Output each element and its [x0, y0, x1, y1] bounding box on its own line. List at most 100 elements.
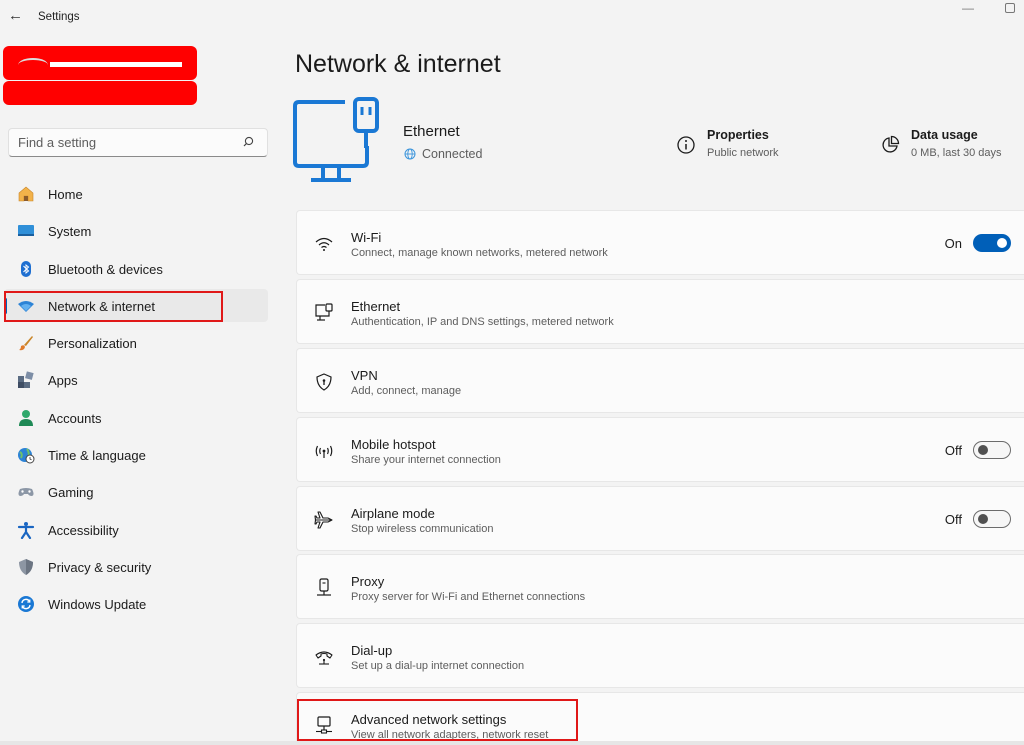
- mobile-hotspot-card[interactable]: Mobile hotspot Share your internet conne…: [296, 416, 1024, 482]
- ethernet-icon: [315, 303, 333, 321]
- dial-up-phone-icon: [315, 651, 333, 665]
- globe-clock-icon: [18, 448, 35, 464]
- page-title: Network & internet: [295, 50, 501, 78]
- app-title: Settings: [38, 11, 80, 23]
- ethernet-card[interactable]: Ethernet Authentication, IP and DNS sett…: [296, 278, 1024, 344]
- card-subtitle: Stop wireless communication: [351, 522, 494, 535]
- sidebar-item-label: Accessibility: [48, 522, 119, 538]
- wifi-icon: [315, 237, 333, 251]
- vpn-card[interactable]: VPN Add, connect, manage: [296, 347, 1024, 413]
- sidebar-item-label: Privacy & security: [48, 559, 152, 575]
- settings-list: Wi-Fi Connect, manage known networks, me…: [296, 210, 1024, 745]
- hotspot-toggle[interactable]: [973, 440, 1011, 459]
- connection-status: Connected: [404, 147, 482, 161]
- card-title: Dial-up: [351, 643, 393, 659]
- card-title: Advanced network settings: [351, 712, 507, 728]
- hotspot-state-label: Off: [944, 442, 962, 458]
- avatar[interactable]: [18, 58, 48, 72]
- card-subtitle: View all network adapters, network reset: [351, 729, 549, 742]
- sidebar-item-gaming[interactable]: Gaming: [4, 475, 268, 508]
- network-adapter-icon: [316, 716, 332, 734]
- gamepad-icon: [18, 488, 34, 497]
- sidebar-item-label: Apps: [48, 373, 78, 389]
- card-title: VPN: [351, 367, 378, 383]
- sidebar-item-label: Personalization: [48, 336, 137, 352]
- dial-up-card[interactable]: Dial-up Set up a dial-up internet connec…: [296, 623, 1024, 689]
- profile-name-redaction: [50, 62, 182, 67]
- sidebar-item-personalization[interactable]: Personalization: [4, 326, 268, 359]
- search-icon[interactable]: [243, 135, 257, 149]
- search-box[interactable]: [8, 128, 268, 157]
- card-title: Airplane mode: [351, 505, 435, 521]
- airplane-mode-card[interactable]: Airplane mode Stop wireless communicatio…: [296, 485, 1024, 551]
- wifi-icon: [18, 300, 34, 312]
- data-usage-subtitle: 0 MB, last 30 days: [911, 147, 1002, 159]
- refresh-icon: [18, 596, 34, 613]
- airplane-state-label: Off: [944, 511, 962, 527]
- airplane-icon: [314, 511, 333, 529]
- connection-name: Ethernet: [403, 123, 460, 140]
- sidebar-item-label: Home: [48, 187, 83, 202]
- info-icon: [677, 136, 695, 154]
- card-title: Wi-Fi: [351, 230, 382, 245]
- vpn-shield-icon: [316, 373, 332, 391]
- sidebar-item-bluetooth[interactable]: Bluetooth & devices: [4, 252, 268, 285]
- globe-icon: [404, 148, 416, 160]
- wifi-toggle[interactable]: [973, 234, 1011, 252]
- hotspot-icon: [315, 445, 333, 458]
- card-subtitle: Authentication, IP and DNS settings, met…: [351, 315, 614, 328]
- ethernet-monitor-icon: [293, 97, 379, 182]
- card-subtitle: Set up a dial-up internet connection: [351, 660, 525, 673]
- window-bottom-edge: [0, 741, 1024, 745]
- sidebar-item-label: Windows Update: [48, 597, 147, 613]
- profile-redaction-2: [3, 81, 197, 105]
- sidebar-item-windows-update[interactable]: Windows Update: [4, 587, 268, 620]
- title-bar: ← Settings —: [0, 0, 1024, 34]
- card-subtitle: Share your internet connection: [351, 453, 501, 466]
- wifi-state-label: On: [944, 236, 962, 251]
- sidebar-item-time-language[interactable]: Time & language: [4, 438, 268, 471]
- search-input[interactable]: [18, 135, 238, 150]
- sidebar-item-apps[interactable]: Apps: [4, 363, 268, 396]
- sidebar-item-label: Network & internet: [48, 298, 155, 314]
- sidebar-nav: Home System Bluetooth & devices Network …: [4, 177, 268, 625]
- person-icon: [19, 409, 33, 426]
- sidebar-item-privacy-security[interactable]: Privacy & security: [4, 550, 268, 583]
- card-subtitle: Add, connect, manage: [351, 384, 462, 397]
- properties-link[interactable]: Properties Public network: [676, 128, 779, 159]
- properties-subtitle: Public network: [707, 147, 779, 159]
- bluetooth-icon: [21, 260, 31, 277]
- sidebar-item-label: Bluetooth & devices: [48, 261, 163, 277]
- minimize-icon[interactable]: —: [962, 1, 974, 15]
- sidebar-item-accounts[interactable]: Accounts: [4, 401, 268, 434]
- sidebar-item-label: System: [48, 224, 92, 240]
- proxy-card[interactable]: Proxy Proxy server for Wi-Fi and Etherne…: [296, 554, 1024, 620]
- card-title: Mobile hotspot: [351, 436, 436, 452]
- proxy-server-icon: [317, 578, 331, 597]
- pie-chart-icon: [882, 135, 900, 153]
- sidebar-item-home[interactable]: Home: [4, 177, 268, 210]
- properties-title: Properties: [707, 128, 769, 142]
- data-usage-link[interactable]: Data usage 0 MB, last 30 days: [880, 128, 1002, 159]
- paintbrush-icon: [19, 336, 33, 351]
- card-title: Ethernet: [351, 298, 401, 314]
- card-subtitle: Proxy server for Wi-Fi and Ethernet conn…: [351, 591, 586, 604]
- wifi-card[interactable]: Wi-Fi Connect, manage known networks, me…: [296, 210, 1024, 275]
- apps-icon: [18, 371, 34, 389]
- card-subtitle: Connect, manage known networks, metered …: [351, 247, 608, 259]
- advanced-network-settings-card[interactable]: Advanced network settings View all netwo…: [296, 692, 1024, 745]
- sidebar-item-label: Gaming: [48, 485, 94, 501]
- connection-status-text: Connected: [422, 147, 483, 161]
- maximize-icon[interactable]: [1005, 3, 1015, 13]
- airplane-toggle[interactable]: [973, 509, 1011, 528]
- shield-icon: [19, 558, 33, 575]
- active-indicator: [4, 297, 7, 314]
- sidebar-item-accessibility[interactable]: Accessibility: [4, 513, 268, 546]
- data-usage-title: Data usage: [911, 128, 978, 142]
- sidebar-item-system[interactable]: System: [4, 214, 268, 247]
- back-arrow-icon[interactable]: ←: [8, 8, 24, 24]
- sidebar-item-network[interactable]: Network & internet: [4, 288, 268, 322]
- accessibility-icon: [17, 521, 35, 539]
- home-icon: [18, 186, 34, 202]
- sidebar-item-label: Time & language: [48, 448, 146, 464]
